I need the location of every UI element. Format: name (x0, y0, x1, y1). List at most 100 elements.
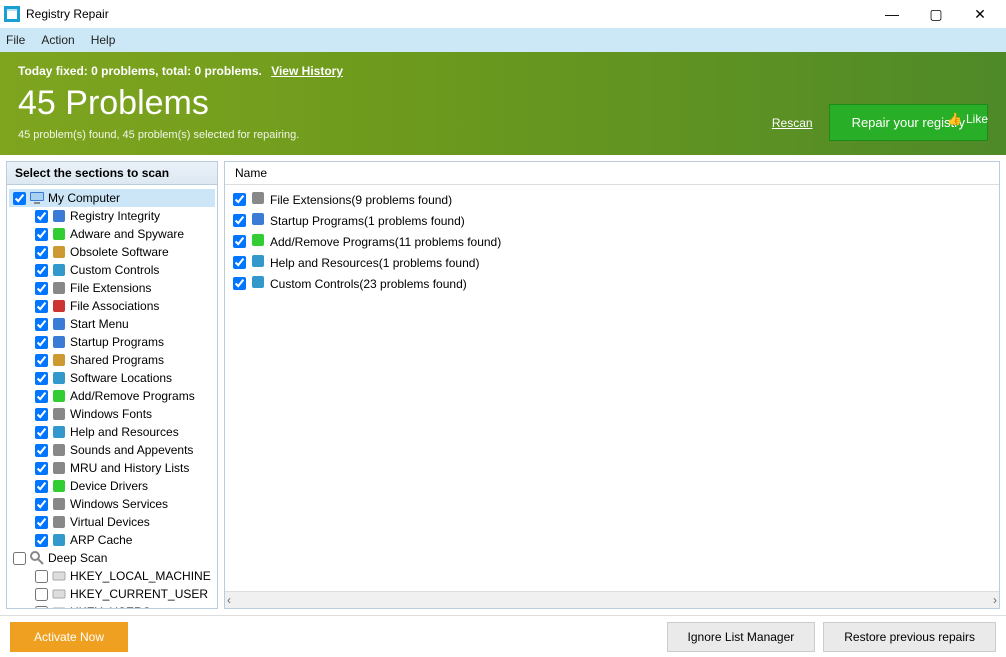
tree-item[interactable]: ARP Cache (9, 531, 215, 549)
tree-item[interactable]: File Extensions (9, 279, 215, 297)
tree-item[interactable]: Device Drivers (9, 477, 215, 495)
horizontal-scrollbar[interactable]: ‹ › (225, 591, 999, 608)
registry-key-icon (51, 586, 67, 602)
menu-action[interactable]: Action (41, 33, 74, 47)
like-button[interactable]: 👍 Like (947, 112, 988, 126)
checkbox[interactable] (35, 228, 48, 241)
tree-item[interactable]: Adware and Spyware (9, 225, 215, 243)
checkbox[interactable] (35, 318, 48, 331)
activate-button[interactable]: Activate Now (10, 622, 128, 652)
section-icon (51, 388, 67, 404)
checkbox[interactable] (35, 336, 48, 349)
checkbox[interactable] (35, 354, 48, 367)
section-icon (51, 334, 67, 350)
checkbox[interactable] (35, 444, 48, 457)
tree-item[interactable]: Obsolete Software (9, 243, 215, 261)
rescan-link[interactable]: Rescan (772, 116, 813, 130)
section-icon (51, 406, 67, 422)
section-icon (51, 316, 67, 332)
category-icon (250, 211, 266, 230)
checkbox[interactable] (35, 264, 48, 277)
tree-item[interactable]: Software Locations (9, 369, 215, 387)
section-icon (51, 208, 67, 224)
ignore-list-button[interactable]: Ignore List Manager (667, 622, 816, 652)
status-total: 0 problems. (194, 64, 261, 78)
checkbox[interactable] (35, 588, 48, 601)
checkbox[interactable] (233, 193, 246, 206)
tree-item[interactable]: Virtual Devices (9, 513, 215, 531)
checkbox[interactable] (35, 480, 48, 493)
checkbox-deep-scan[interactable] (13, 552, 26, 565)
checkbox[interactable] (35, 372, 48, 385)
tree-item[interactable]: Shared Programs (9, 351, 215, 369)
like-label: Like (966, 112, 988, 126)
checkbox[interactable] (35, 300, 48, 313)
results-column-name[interactable]: Name (225, 162, 999, 185)
tree-item[interactable]: Startup Programs (9, 333, 215, 351)
tree-deep-scan[interactable]: Deep Scan (9, 549, 215, 567)
category-icon (250, 232, 266, 251)
checkbox[interactable] (233, 235, 246, 248)
problem-count-heading: 45 Problems (18, 84, 343, 123)
thumbs-up-icon: 👍 (947, 112, 962, 126)
tree-item[interactable]: HKEY_USERS (9, 603, 215, 608)
tree-item[interactable]: Help and Resources (9, 423, 215, 441)
checkbox[interactable] (35, 570, 48, 583)
result-row[interactable]: Custom Controls(23 problems found) (229, 273, 995, 294)
tree-item[interactable]: Sounds and Appevents (9, 441, 215, 459)
checkbox[interactable] (35, 516, 48, 529)
result-row[interactable]: File Extensions(9 problems found) (229, 189, 995, 210)
checkbox[interactable] (35, 426, 48, 439)
menu-file[interactable]: File (6, 33, 25, 47)
checkbox[interactable] (233, 277, 246, 290)
checkbox[interactable] (35, 282, 48, 295)
checkbox[interactable] (35, 462, 48, 475)
tree-item[interactable]: Registry Integrity (9, 207, 215, 225)
tree-item[interactable]: Start Menu (9, 315, 215, 333)
checkbox[interactable] (35, 498, 48, 511)
tree-item[interactable]: MRU and History Lists (9, 459, 215, 477)
tree-item[interactable]: File Associations (9, 297, 215, 315)
checkbox[interactable] (35, 606, 48, 609)
checkbox[interactable] (35, 534, 48, 547)
checkbox[interactable] (35, 390, 48, 403)
scroll-left-icon[interactable]: ‹ (227, 593, 231, 607)
tree-item-label: File Associations (70, 299, 159, 313)
close-button[interactable]: ✕ (958, 0, 1002, 28)
minimize-button[interactable]: — (870, 0, 914, 28)
scroll-right-icon[interactable]: › (993, 593, 997, 607)
section-icon (51, 532, 67, 548)
results-list: File Extensions(9 problems found) Startup… (225, 185, 999, 591)
header-left: Today fixed: 0 problems, total: 0 proble… (18, 64, 343, 141)
computer-icon (29, 190, 45, 206)
results-panel: Name File Extensions(9 problems found) St… (224, 161, 1000, 609)
result-row[interactable]: Add/Remove Programs(11 problems found) (229, 231, 995, 252)
checkbox[interactable] (35, 246, 48, 259)
menu-help[interactable]: Help (91, 33, 116, 47)
result-row[interactable]: Help and Resources(1 problems found) (229, 252, 995, 273)
maximize-button[interactable]: ▢ (914, 0, 958, 28)
tree-item[interactable]: Custom Controls (9, 261, 215, 279)
tree-item-label: HKEY_USERS (70, 605, 151, 608)
tree-item-label: Add/Remove Programs (70, 389, 195, 403)
checkbox[interactable] (233, 256, 246, 269)
checkbox-my-computer[interactable] (13, 192, 26, 205)
checkbox[interactable] (35, 408, 48, 421)
result-row[interactable]: Startup Programs(1 problems found) (229, 210, 995, 231)
footer: Activate Now Ignore List Manager Restore… (0, 615, 1006, 657)
tree-item[interactable]: HKEY_CURRENT_USER (9, 585, 215, 603)
tree-root-my-computer[interactable]: My Computer (9, 189, 215, 207)
tree-item[interactable]: HKEY_LOCAL_MACHINE (9, 567, 215, 585)
result-label: Custom Controls(23 problems found) (270, 277, 467, 291)
tree-item[interactable]: Add/Remove Programs (9, 387, 215, 405)
restore-button[interactable]: Restore previous repairs (823, 622, 996, 652)
tree-item[interactable]: Windows Services (9, 495, 215, 513)
result-label: Startup Programs(1 problems found) (270, 214, 465, 228)
tree-item[interactable]: Windows Fonts (9, 405, 215, 423)
main-area: Select the sections to scan My Computer … (0, 155, 1006, 615)
tree-item-label: HKEY_LOCAL_MACHINE (70, 569, 211, 583)
checkbox[interactable] (35, 210, 48, 223)
view-history-link[interactable]: View History (271, 64, 343, 78)
checkbox[interactable] (233, 214, 246, 227)
tree-item-label: Software Locations (70, 371, 172, 385)
